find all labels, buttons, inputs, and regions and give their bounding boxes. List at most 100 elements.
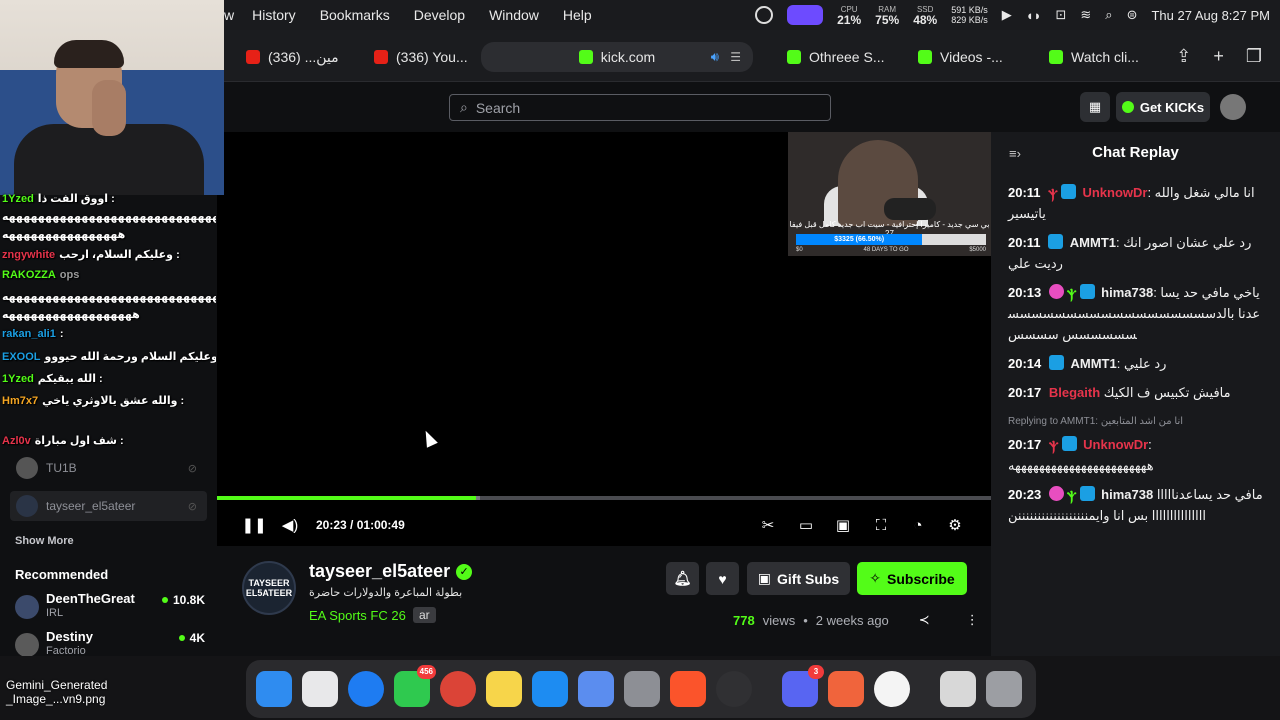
clock-app-icon[interactable] — [874, 671, 910, 707]
tab-kick-active[interactable]: kick.com 🔊︎ ☰ — [481, 42, 753, 72]
app-store-icon[interactable] — [532, 671, 568, 707]
notifications-button[interactable]: 🔔︎ — [666, 562, 699, 595]
launchpad-icon[interactable] — [302, 671, 338, 707]
downloads-stack-icon[interactable] — [940, 671, 976, 707]
channel-avatar[interactable]: TAYSEER EL5ATEER — [242, 561, 296, 615]
overlay-chat-line: Azl0v شف اول مباراة : — [2, 435, 124, 447]
volume-icon: ◀) — [281, 517, 299, 534]
share-icon[interactable]: ⇪ — [1176, 46, 1191, 67]
overlay-chat-line: 1Yzed اووق الفت ذا : — [2, 193, 115, 205]
cpu-stat[interactable]: CPU 21% — [837, 4, 861, 26]
reply-context[interactable]: Replying to AMMT1: انا من اشد المتابعين — [1008, 411, 1266, 432]
search-input[interactable]: ⌕ Search — [449, 94, 831, 121]
obs-icon[interactable] — [716, 671, 752, 707]
control-center-icon[interactable]: ⊜ — [1127, 7, 1138, 23]
settings-button[interactable]: ⚙ — [946, 516, 964, 534]
chat-message: 20:14 AMMT1: رد عليي — [1008, 355, 1167, 371]
spotlight-icon[interactable]: ⌕ — [1105, 7, 1112, 23]
fullscreen-button[interactable]: ⛶ — [872, 516, 890, 534]
new-tab-icon[interactable]: + — [1213, 46, 1224, 67]
tab-kick-watch[interactable]: Watch cli... — [1049, 44, 1159, 70]
ram-stat[interactable]: RAM 75% — [875, 4, 899, 26]
menu-history[interactable]: History — [240, 7, 308, 23]
safari-icon[interactable] — [348, 671, 384, 707]
menu-bookmarks[interactable]: Bookmarks — [308, 7, 402, 23]
claude-icon[interactable] — [828, 671, 864, 707]
youtube-icon — [246, 50, 260, 64]
notes-icon[interactable] — [486, 671, 522, 707]
wifi-icon[interactable]: ≋ — [1080, 7, 1091, 23]
clip-icon: ✂ — [761, 517, 775, 534]
tab-youtube-1[interactable]: مين... (336) — [246, 44, 366, 70]
speed-icon: ◔ — [913, 516, 923, 534]
discord-icon[interactable]: 3 — [782, 665, 824, 707]
get-kicks-button[interactable]: Get KICKs — [1116, 92, 1210, 122]
theater-icon: ▣ — [835, 517, 851, 534]
pause-button[interactable]: ❚❚ — [241, 516, 266, 534]
video-player[interactable]: بي سي جديد - كاميرا إحترافية - سيت اب جد… — [217, 132, 991, 546]
miniplayer-button[interactable]: ▭ — [797, 516, 815, 534]
network-stat[interactable]: 591 KB/s 829 KB/s — [951, 5, 988, 25]
chat-message: 20:11 Ⲯ UnknowDr: انا مالي شغل والله يات… — [1008, 184, 1255, 221]
chrome-icon[interactable] — [440, 671, 476, 707]
clock[interactable]: Thu 27 Aug 8:27 PM — [1151, 8, 1270, 23]
show-more-link[interactable]: Show More — [15, 535, 74, 547]
clip-button[interactable]: ✂ — [759, 516, 777, 534]
finder-icon[interactable] — [256, 671, 292, 707]
kicks-coin-icon — [1121, 101, 1134, 113]
pause-icon: ❚❚ — [241, 517, 267, 534]
volume-button[interactable]: ◀) — [281, 516, 299, 534]
messages-icon[interactable]: 456 — [394, 665, 436, 707]
menu-window[interactable]: Window — [477, 7, 551, 23]
stream-title: بطولة المباعرة والدولارات حاضرة — [309, 587, 463, 599]
speaker-icon[interactable]: 🔊︎ — [711, 49, 719, 65]
play-icon[interactable]: ▶ — [1002, 7, 1012, 23]
airpods-icon[interactable]: ◖◗ — [1026, 8, 1042, 23]
playback-speed-button[interactable]: ◔ — [909, 516, 927, 534]
gift-icon: ▣ — [757, 570, 771, 586]
layout-toggle-button[interactable]: ▦ — [1080, 92, 1110, 122]
gifter-badge-icon — [1048, 284, 1064, 299]
gift-subs-button[interactable]: ▣ Gift Subs — [747, 562, 850, 595]
brave-icon[interactable] — [670, 671, 706, 707]
category-link[interactable]: EA Sports FC 26 — [309, 608, 406, 623]
chat-message: 20:13 Ⲯ hima738: ياخي مافي حد يساعدنا با… — [1008, 284, 1261, 342]
menu-develop[interactable]: Develop — [402, 7, 477, 23]
sidebar-item-tayseer[interactable]: tayseer_el5ateer ⊘ — [10, 491, 207, 521]
user-avatar[interactable] — [1220, 94, 1246, 120]
tab-kick-videos[interactable]: Videos -... — [918, 44, 1018, 70]
subscriber-badge-icon — [1048, 355, 1064, 370]
screen-share-icon[interactable] — [787, 5, 824, 25]
channel-name[interactable]: tayseer_el5ateer ✓ — [309, 561, 473, 582]
tab-kick-othreee[interactable]: Othreee S... — [787, 44, 887, 70]
activity-icon[interactable] — [755, 6, 774, 24]
reader-icon[interactable]: ☰ — [730, 50, 741, 64]
share-icon[interactable]: ≺ — [919, 612, 930, 628]
overlay-chat-line: Hm7x7 والله عشق يالاوثري ياخي : — [2, 395, 185, 407]
subscribe-button[interactable]: ✧ Subscribe — [857, 562, 967, 595]
tab-youtube-2[interactable]: (336) You... — [374, 44, 474, 70]
menu-item[interactable]: w — [224, 7, 240, 23]
follow-button[interactable]: ♥ — [706, 562, 739, 595]
avatar — [16, 457, 38, 479]
tab-actions: ⇪ + ❐ — [1176, 46, 1262, 67]
overlay-chat-line: rakan_ali1: — [2, 328, 64, 340]
og-badge-icon: Ⲯ — [1066, 287, 1077, 302]
ssd-stat[interactable]: SSD 48% — [913, 4, 937, 26]
more-options-icon[interactable]: ⋮ — [966, 612, 979, 628]
input-source-icon[interactable]: ⊡ — [1055, 7, 1066, 23]
simulator-icon[interactable] — [578, 671, 614, 707]
seek-bar[interactable] — [217, 496, 991, 500]
avatar — [16, 495, 38, 517]
theater-button[interactable]: ▣ — [834, 516, 852, 534]
system-settings-icon[interactable] — [624, 671, 660, 707]
menu-help[interactable]: Help — [551, 7, 604, 23]
tab-overview-icon[interactable]: ❐ — [1246, 46, 1262, 67]
sidebar-item-tu1b[interactable]: TU1B ⊘ — [10, 453, 207, 483]
desktop-file[interactable]: Gemini_Generated _Image_...vn9.png — [6, 678, 136, 706]
recommended-deenthegreat[interactable]: DeenTheGreat IRL 10.8K — [15, 591, 205, 623]
gear-icon: ⚙ — [948, 517, 962, 534]
trash-icon[interactable] — [986, 671, 1022, 707]
kick-icon — [578, 50, 593, 64]
chat-replay-panel: ≡› Chat Replay 20:11 Ⲯ UnknowDr: انا مال… — [991, 132, 1280, 656]
